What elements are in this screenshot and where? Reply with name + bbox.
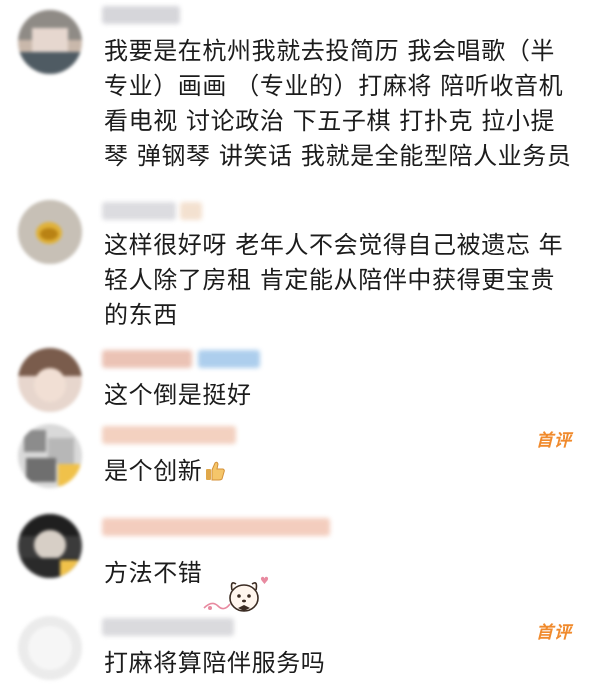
- avatar[interactable]: [18, 348, 82, 412]
- avatar[interactable]: [18, 424, 82, 488]
- comment-text: 方法不错: [104, 559, 203, 587]
- username-blurred[interactable]: [102, 350, 192, 368]
- svg-text:♥: ♥: [260, 576, 269, 587]
- username-blurred[interactable]: [102, 202, 176, 220]
- first-comment-badge: 首评: [536, 623, 572, 643]
- thumbs-up-icon: [204, 457, 226, 492]
- username-badge-blurred: [198, 350, 260, 368]
- comment-text: 打麻将算陪伴服务吗: [104, 649, 326, 677]
- username-blurred[interactable]: [102, 426, 236, 444]
- cute-dog-sticker[interactable]: ♥: [196, 572, 272, 620]
- avatar[interactable]: [18, 616, 82, 680]
- avatar[interactable]: [18, 10, 82, 74]
- comment-text: 这个倒是挺好: [104, 381, 252, 409]
- comment-text: 是个创新: [104, 454, 574, 492]
- username-blurred[interactable]: [102, 6, 180, 24]
- avatar[interactable]: [18, 200, 82, 264]
- username-badge-blurred: [180, 202, 202, 220]
- username-blurred[interactable]: [102, 618, 234, 636]
- avatar[interactable]: [18, 514, 82, 578]
- first-comment-badge: 首评: [536, 431, 572, 451]
- username-blurred[interactable]: [102, 518, 330, 536]
- comment-text: 这样很好呀 老年人不会觉得自己被遗忘 年轻人除了房租 肯定能从陪伴中获得更宝贵的…: [104, 231, 564, 329]
- comment-text-content: 是个创新: [104, 457, 203, 485]
- comment-text: 我要是在杭州我就去投简历 我会唱歌（半专业）画画 （专业的）打麻将 陪听收音机 …: [104, 37, 572, 170]
